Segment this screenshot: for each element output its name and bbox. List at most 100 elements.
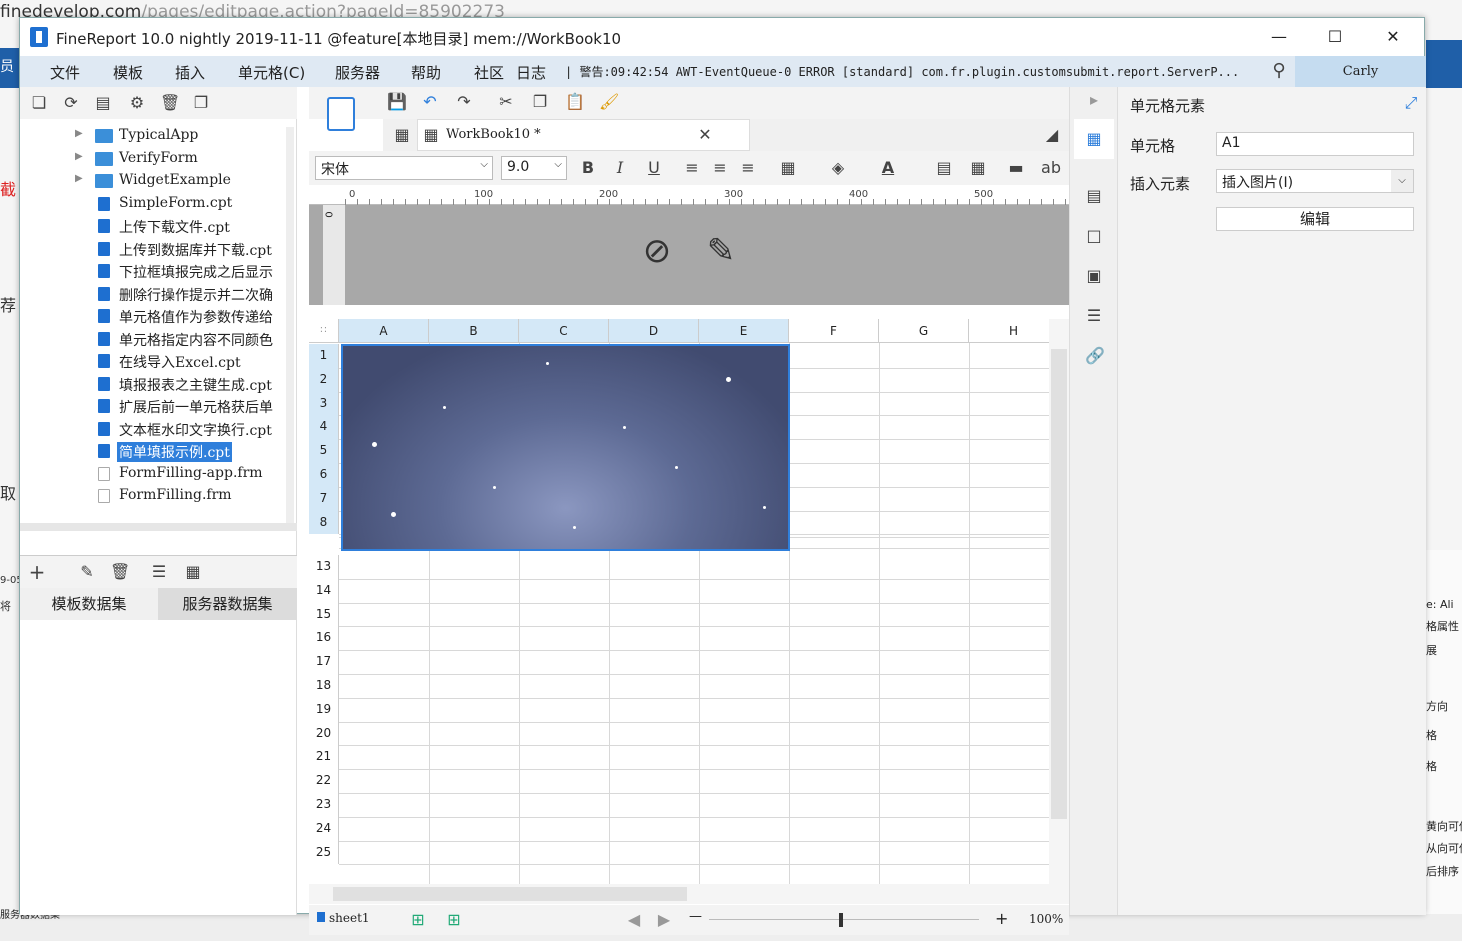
paste-icon[interactable]: 📋: [565, 93, 585, 111]
tree-item[interactable]: FormFilling.frm: [20, 485, 290, 507]
cell-element-tab[interactable]: ▦: [1074, 119, 1114, 159]
settings-icon[interactable]: ⚙: [128, 94, 146, 112]
zoom-out-button[interactable]: —: [689, 909, 702, 924]
copy-cell-icon[interactable]: ❐: [531, 93, 549, 111]
row-header[interactable]: 25: [309, 840, 339, 865]
copy-icon[interactable]: ❐: [192, 94, 210, 112]
row-header[interactable]: 3: [309, 391, 339, 416]
expand-arrow-icon[interactable]: ▶: [75, 128, 83, 139]
float-element-icon[interactable]: □: [1085, 227, 1103, 245]
select-all-corner[interactable]: ∷: [309, 319, 339, 343]
tree-scrollbar[interactable]: [286, 127, 294, 527]
add-sheet-icon[interactable]: ⊞: [409, 911, 427, 929]
edit-icon[interactable]: ✎: [78, 563, 96, 581]
split-cell-icon[interactable]: ▦: [969, 159, 987, 177]
column-header[interactable]: E: [699, 319, 789, 343]
row-header[interactable]: 1: [309, 344, 339, 368]
underline-button[interactable]: U: [645, 159, 663, 177]
tree-item[interactable]: 扩展后前一单元格获后单: [20, 395, 290, 417]
undo-icon[interactable]: ↶: [421, 93, 439, 111]
tree-item[interactable]: 单元格值作为参数传递给: [20, 305, 290, 327]
template-preview-icon[interactable]: [327, 97, 355, 131]
menu-community[interactable]: 社区: [474, 62, 504, 83]
row-header[interactable]: 23: [309, 793, 339, 817]
border-icon[interactable]: ▦: [779, 159, 797, 177]
edit-pencil-icon[interactable]: ✎: [699, 229, 743, 273]
menu-server[interactable]: 服务器: [335, 62, 380, 83]
align-right-icon[interactable]: ≡: [739, 159, 757, 177]
bold-button[interactable]: B: [579, 159, 597, 177]
row-header[interactable]: 8: [309, 510, 339, 535]
new-folder-icon[interactable]: ❏: [30, 94, 48, 112]
tree-item[interactable]: 单元格指定内容不同颜色: [20, 328, 290, 350]
menu-template[interactable]: 模板: [113, 62, 143, 83]
row-header[interactable]: 14: [309, 578, 339, 603]
tab-menu-icon[interactable]: ◢: [1043, 126, 1061, 144]
log-message[interactable]: | 警告:09:42:54 AWT-EventQueue-0 ERROR [st…: [565, 63, 1265, 80]
tree-item[interactable]: FormFilling-app.frm: [20, 463, 290, 485]
user-name[interactable]: Carly: [1295, 56, 1426, 87]
zoom-slider-handle[interactable]: [839, 913, 843, 927]
wrap-text-button[interactable]: ab: [1039, 159, 1063, 177]
italic-button[interactable]: I: [611, 159, 629, 177]
zoom-slider[interactable]: [709, 919, 979, 920]
tree-item[interactable]: 文本框水印文字换行.cpt: [20, 418, 290, 440]
menu-help[interactable]: 帮助: [411, 62, 441, 83]
maximize-icon[interactable]: ☐: [1312, 18, 1358, 56]
column-header[interactable]: B: [429, 319, 519, 343]
column-header[interactable]: C: [519, 319, 609, 343]
row-header[interactable]: 5: [309, 439, 339, 463]
row-header[interactable]: 7: [309, 486, 339, 511]
expand-arrow-icon[interactable]: ▶: [75, 173, 83, 184]
tab-template-datasets[interactable]: 模板数据集: [20, 588, 158, 620]
collapse-icon[interactable]: ▸: [1085, 91, 1103, 109]
font-size-select[interactable]: 9.0 ⌵: [501, 156, 567, 180]
tree-item[interactable]: ▶ TypicalApp: [20, 125, 290, 147]
expand-arrow-icon[interactable]: ▶: [75, 151, 83, 162]
row-header[interactable]: 17: [309, 650, 339, 674]
tab-workbook10[interactable]: ▦ WorkBook10 * ✕: [417, 119, 750, 151]
add-form-sheet-icon[interactable]: ⊞: [445, 911, 463, 929]
merge-cell-icon[interactable]: ▤: [935, 159, 953, 177]
tree-item[interactable]: ▶ VerifyForm: [20, 148, 290, 170]
tab-server-datasets[interactable]: 服务器数据集: [158, 588, 297, 620]
refresh-icon[interactable]: ⟳: [62, 94, 80, 112]
delete-dataset-icon[interactable]: 🗑: [110, 563, 130, 581]
hyperlink-icon[interactable]: 🔗: [1085, 347, 1105, 365]
row-header[interactable]: 6: [309, 463, 339, 487]
hide-eye-icon[interactable]: ⊘: [635, 229, 679, 273]
row-header[interactable]: 24: [309, 816, 339, 841]
menu-file[interactable]: 文件: [50, 62, 80, 83]
next-sheet-icon[interactable]: ▶: [655, 911, 673, 929]
row-header[interactable]: 18: [309, 674, 339, 698]
tree-item[interactable]: SimpleForm.cpt: [20, 193, 290, 215]
dataset-settings-icon[interactable]: ▦: [184, 563, 202, 581]
minimize-icon[interactable]: —: [1256, 18, 1302, 56]
expand-panel-icon[interactable]: ⤢: [1402, 94, 1420, 112]
tree-item[interactable]: 在线导入Excel.cpt: [20, 350, 290, 372]
align-left-icon[interactable]: ≡: [683, 159, 701, 177]
tree-item[interactable]: 填报报表之主键生成.cpt: [20, 373, 290, 395]
edit-button[interactable]: 编辑: [1216, 207, 1414, 231]
preview-icon[interactable]: ☰: [150, 563, 168, 581]
column-header[interactable]: A: [339, 319, 429, 343]
row-header[interactable]: 21: [309, 745, 339, 770]
cell-attribute-icon[interactable]: ▤: [1085, 187, 1103, 205]
delete-icon[interactable]: 🗑: [160, 94, 180, 112]
tab-list-icon[interactable]: ▦: [393, 126, 411, 144]
font-name-select[interactable]: 宋体 ⌵: [315, 156, 493, 180]
add-icon[interactable]: +: [28, 562, 46, 582]
properties-icon[interactable]: ▤: [94, 94, 112, 112]
row-header[interactable]: 20: [309, 721, 339, 746]
cut-icon[interactable]: ✂: [497, 93, 515, 111]
grid-vscrollbar[interactable]: [1049, 319, 1069, 899]
close-tab-icon[interactable]: ✕: [696, 126, 714, 144]
row-header[interactable]: 13: [309, 555, 339, 579]
row-header[interactable]: 22: [309, 769, 339, 793]
grid-hscrollbar[interactable]: [309, 884, 1069, 904]
menu-log[interactable]: 日志: [516, 62, 546, 83]
menu-insert[interactable]: 插入: [175, 62, 205, 83]
align-center-icon[interactable]: ≡: [711, 159, 729, 177]
sheet-tab[interactable]: sheet1: [317, 911, 370, 925]
tree-item[interactable]: 删除行操作提示并二次确: [20, 283, 290, 305]
